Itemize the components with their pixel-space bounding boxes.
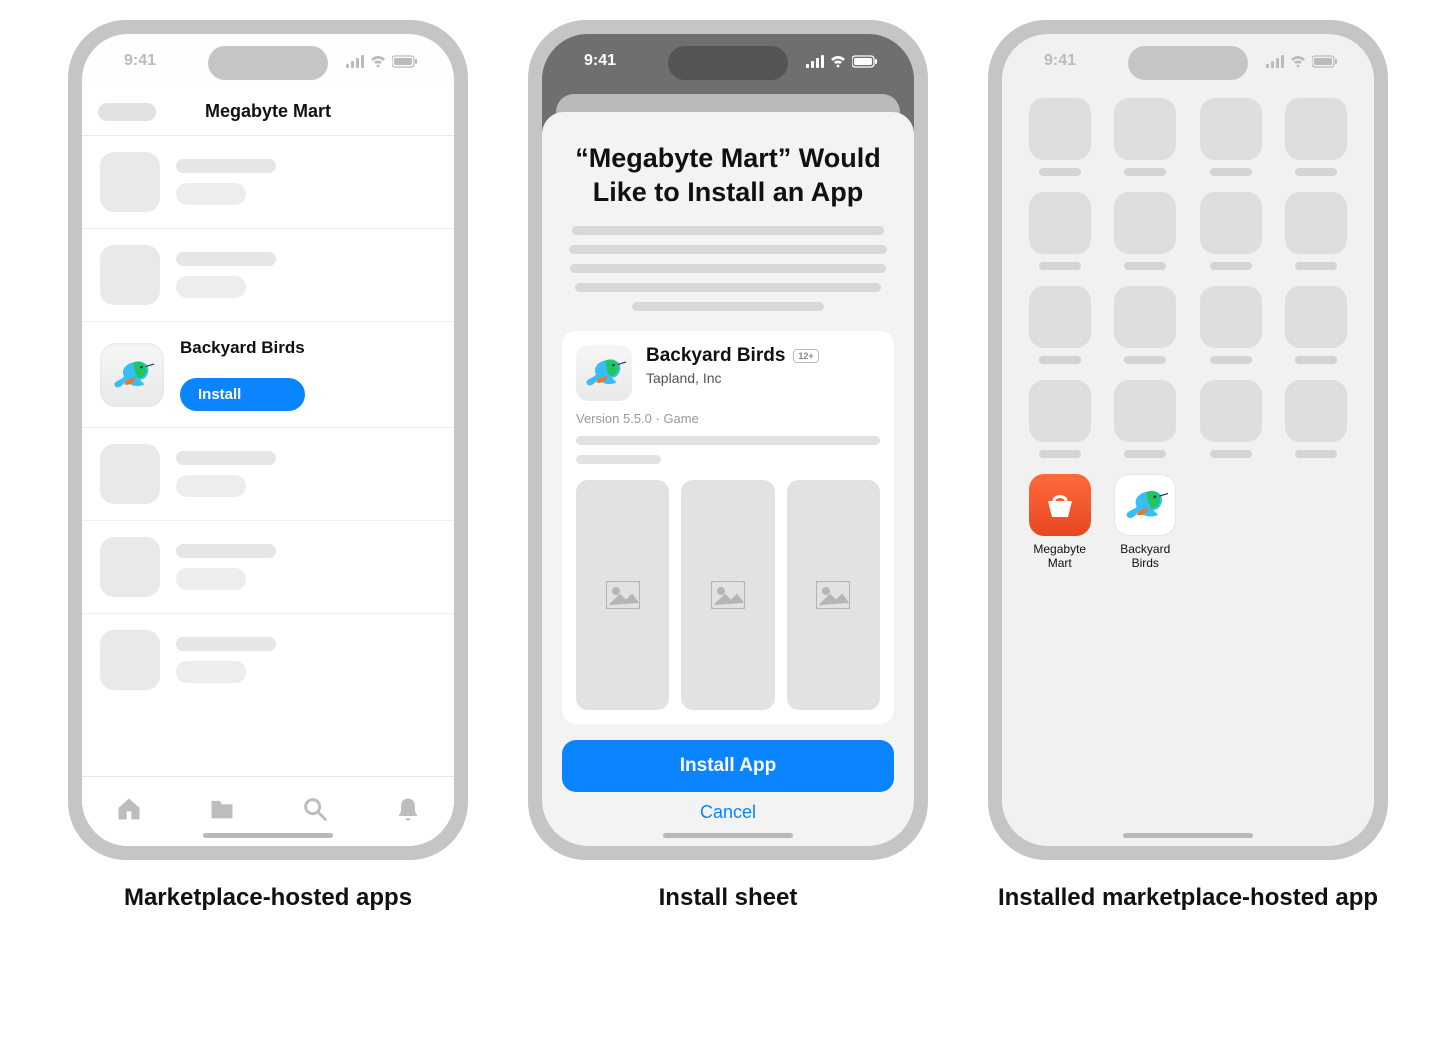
list-item[interactable] — [82, 521, 454, 614]
home-indicator[interactable] — [203, 833, 333, 838]
app-placeholder[interactable] — [1195, 380, 1267, 458]
app-placeholder[interactable] — [1024, 192, 1096, 270]
caption: Marketplace-hosted apps — [124, 882, 412, 913]
app-icon-placeholder — [100, 444, 160, 504]
age-rating-badge: 12+ — [793, 349, 818, 363]
button-placeholder — [176, 183, 246, 205]
wifi-icon — [830, 55, 846, 68]
tab-alerts[interactable] — [394, 795, 422, 828]
cellular-icon — [346, 55, 364, 68]
app-placeholder[interactable] — [1195, 192, 1267, 270]
phone-marketplace: 9:41 Megabyte Mart — [68, 20, 468, 860]
app-backyard-birds[interactable]: Backyard Birds — [1110, 474, 1182, 571]
install-button[interactable]: Install — [180, 378, 305, 411]
install-app-button[interactable]: Install App — [562, 740, 894, 792]
sheet-title: “Megabyte Mart” Would Like to Install an… — [572, 142, 884, 210]
battery-icon — [392, 55, 418, 68]
battery-icon — [852, 55, 878, 68]
developer-name: Tapland, Inc — [646, 370, 819, 386]
cellular-icon — [806, 55, 824, 68]
app-icon-placeholder — [100, 152, 160, 212]
app-meta: Version 5.5.0 · Game — [576, 411, 880, 426]
app-placeholder[interactable] — [1110, 286, 1182, 364]
list-item[interactable] — [82, 136, 454, 229]
screenshots-row[interactable] — [576, 480, 880, 710]
home-screen-grid[interactable]: Megabyte Mart Backyard Birds — [1002, 88, 1374, 846]
app-icon — [100, 343, 164, 407]
nav-title: Megabyte Mart — [205, 101, 331, 122]
nav-bar: Megabyte Mart — [82, 88, 454, 136]
app-icon — [1029, 474, 1091, 536]
dynamic-island — [1128, 46, 1248, 80]
wifi-icon — [370, 55, 386, 68]
home-indicator[interactable] — [663, 833, 793, 838]
list-item[interactable] — [82, 614, 454, 706]
wifi-icon — [1290, 55, 1306, 68]
app-icon-placeholder — [100, 630, 160, 690]
app-icon-placeholder — [100, 245, 160, 305]
app-placeholder[interactable] — [1281, 380, 1353, 458]
status-time: 9:41 — [1044, 52, 1076, 70]
text-placeholder — [176, 451, 276, 465]
app-placeholder[interactable] — [1195, 98, 1267, 176]
app-placeholder[interactable] — [1024, 98, 1096, 176]
home-indicator[interactable] — [1123, 833, 1253, 838]
tab-files[interactable] — [208, 795, 236, 828]
text-placeholder — [176, 637, 276, 651]
app-placeholder[interactable] — [1024, 286, 1096, 364]
list-item[interactable] — [82, 428, 454, 521]
app-placeholder[interactable] — [1195, 286, 1267, 364]
app-name: Backyard Birds — [646, 345, 785, 367]
list-item[interactable] — [82, 229, 454, 322]
install-sheet: “Megabyte Mart” Would Like to Install an… — [542, 112, 914, 846]
back-button[interactable] — [98, 103, 156, 121]
app-megabyte-mart[interactable]: Megabyte Mart — [1024, 474, 1096, 571]
phone-home-screen: 9:41 — [988, 20, 1388, 860]
app-placeholder[interactable] — [1281, 286, 1353, 364]
status-time: 9:41 — [124, 52, 156, 70]
text-placeholder — [176, 252, 276, 266]
dynamic-island — [668, 46, 788, 80]
text-placeholder — [176, 544, 276, 558]
app-placeholder[interactable] — [1281, 98, 1353, 176]
app-name: Backyard Birds — [180, 338, 305, 358]
text-placeholder — [176, 159, 276, 173]
app-icon — [1114, 474, 1176, 536]
status-time: 9:41 — [584, 52, 616, 70]
description-placeholder — [562, 226, 894, 311]
dynamic-island — [208, 46, 328, 80]
app-placeholder[interactable] — [1024, 380, 1096, 458]
caption: Install sheet — [659, 882, 798, 913]
app-label: Backyard Birds — [1110, 542, 1182, 571]
cancel-button[interactable]: Cancel — [700, 802, 756, 823]
app-label: Megabyte Mart — [1024, 542, 1096, 571]
cellular-icon — [1266, 55, 1284, 68]
tab-home[interactable] — [115, 795, 143, 828]
app-card: Backyard Birds 12+ Tapland, Inc Version … — [562, 331, 894, 724]
button-placeholder — [176, 661, 246, 683]
phone-install-sheet: 9:41 “Megabyte Mart” Would Like to Insta… — [528, 20, 928, 860]
button-placeholder — [176, 276, 246, 298]
app-placeholder[interactable] — [1281, 192, 1353, 270]
screenshot-placeholder[interactable] — [681, 480, 774, 710]
app-icon — [576, 345, 632, 401]
screenshot-placeholder[interactable] — [787, 480, 880, 710]
button-placeholder — [176, 568, 246, 590]
battery-icon — [1312, 55, 1338, 68]
button-placeholder — [176, 475, 246, 497]
app-placeholder[interactable] — [1110, 192, 1182, 270]
screenshot-placeholder[interactable] — [576, 480, 669, 710]
app-list-item-backyard-birds[interactable]: Backyard Birds Install — [82, 322, 454, 428]
app-icon-placeholder — [100, 537, 160, 597]
text-placeholder — [576, 455, 661, 464]
app-placeholder[interactable] — [1110, 380, 1182, 458]
text-placeholder — [576, 436, 880, 445]
tab-search[interactable] — [301, 795, 329, 828]
caption: Installed marketplace-hosted app — [998, 882, 1378, 913]
app-list[interactable]: Backyard Birds Install — [82, 136, 454, 776]
app-placeholder[interactable] — [1110, 98, 1182, 176]
